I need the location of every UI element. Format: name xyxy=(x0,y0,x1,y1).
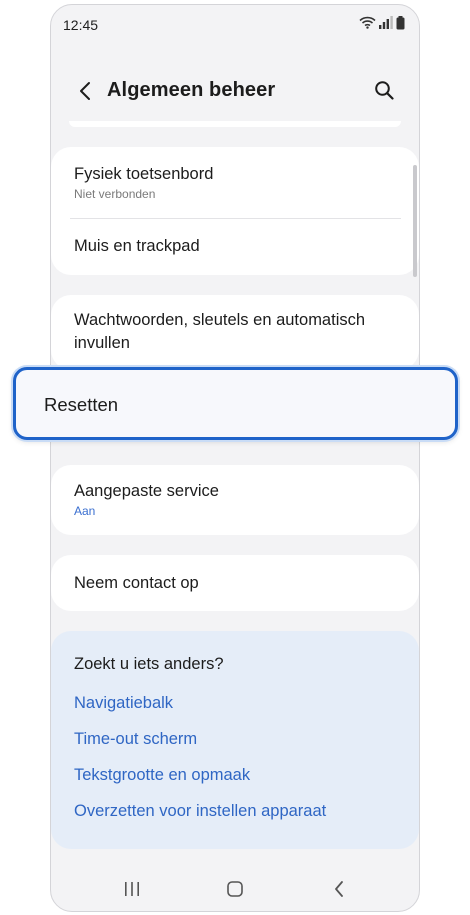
chevron-left-icon xyxy=(78,81,92,106)
related-link-transfer-setup[interactable]: Overzetten voor instellen apparaat xyxy=(74,802,326,821)
setting-reset[interactable]: Resetten xyxy=(13,367,458,440)
setting-mouse-trackpad[interactable]: Muis en trackpad xyxy=(74,235,399,258)
recents-icon xyxy=(123,881,141,902)
search-icon xyxy=(374,80,394,105)
setting-physical-keyboard[interactable]: Fysiek toetsenbord Niet verbonden xyxy=(74,163,399,201)
related-suggestions: Zoekt u iets anders? Navigatiebalk Time-… xyxy=(51,631,419,849)
setting-title: Fysiek toetsenbord xyxy=(74,165,214,183)
status-bar: 12:45 xyxy=(51,5,419,45)
setting-title: Neem contact op xyxy=(74,574,199,592)
setting-passwords[interactable]: Wachtwoorden, sleutels en automatisch in… xyxy=(74,309,397,355)
back-icon xyxy=(333,880,345,903)
setting-title: Wachtwoorden, sleutels en automatisch in… xyxy=(74,311,366,352)
setting-title: Muis en trackpad xyxy=(74,237,200,255)
scrollbar[interactable] xyxy=(413,165,417,277)
page-title: Algemeen beheer xyxy=(107,79,276,101)
related-link-font-size[interactable]: Tekstgrootte en opmaak xyxy=(74,766,250,785)
search-button[interactable] xyxy=(369,77,399,107)
nav-back-button[interactable] xyxy=(327,879,351,903)
setting-title: Resetten xyxy=(44,394,119,415)
setting-title: Aangepaste service xyxy=(74,482,219,500)
settings-card-input: Fysiek toetsenbord Niet verbonden Muis e… xyxy=(51,147,419,275)
status-time: 12:45 xyxy=(63,17,99,33)
settings-card-contact: Neem contact op xyxy=(51,555,419,611)
setting-contact[interactable]: Neem contact op xyxy=(74,572,399,595)
battery-icon xyxy=(396,15,405,35)
back-button[interactable] xyxy=(71,79,99,107)
home-icon xyxy=(226,880,244,903)
navigation-bar xyxy=(51,867,419,911)
previous-card-edge xyxy=(69,121,401,127)
related-link-navigation-bar[interactable]: Navigatiebalk xyxy=(74,694,173,713)
related-title: Zoekt u iets anders? xyxy=(74,655,224,673)
status-icons xyxy=(359,15,405,35)
signal-icon xyxy=(379,16,393,34)
divider xyxy=(70,218,401,219)
nav-home-button[interactable] xyxy=(223,879,247,903)
nav-recents-button[interactable] xyxy=(120,879,144,903)
setting-custom-service[interactable]: Aangepaste service Aan xyxy=(74,480,399,518)
wifi-icon xyxy=(359,16,376,34)
app-header: Algemeen beheer xyxy=(51,65,419,121)
setting-subtitle: Aan xyxy=(74,504,96,518)
related-link-screen-timeout[interactable]: Time-out scherm xyxy=(74,730,197,749)
phone-screen: 12:45 Algemeen beheer Fysiek toetsenbord… xyxy=(50,4,420,912)
settings-card-passwords: Wachtwoorden, sleutels en automatisch in… xyxy=(51,295,419,370)
setting-subtitle: Niet verbonden xyxy=(74,187,156,201)
settings-card-custom-service: Aangepaste service Aan xyxy=(51,465,419,535)
